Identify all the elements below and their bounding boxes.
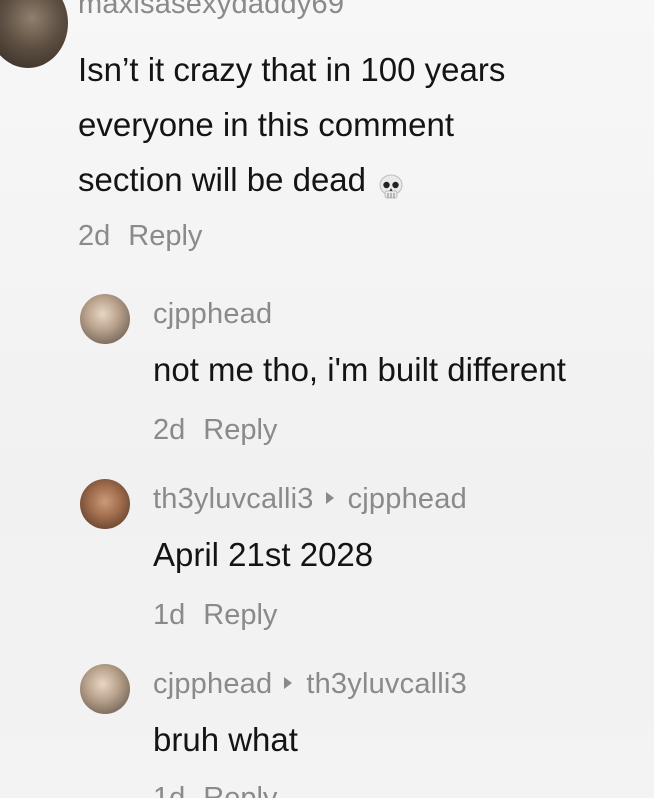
comment-text: not me tho, i'm built different [153,351,566,388]
reply-button[interactable]: Reply [128,220,202,252]
comment-item: maxisasexydaddy69 Isn’t it crazy that in… [0,0,654,270]
comment-meta: 2d Reply [153,414,277,447]
reply-item: th3yluvcalli3 cjpphead April 21st 2028 1d… [0,465,654,635]
comment-age: 1d [153,599,186,631]
reply-to-username[interactable]: th3yluvcalli3 [306,668,467,700]
reply-arrow-icon [284,677,293,690]
avatar[interactable] [80,294,130,344]
reply-item: cjpphead not me tho, i'm built different… [0,280,654,450]
comment-meta: 1d Reply [153,599,277,632]
comment-text: Isn’t it crazy that in 100 years everyon… [78,42,505,207]
avatar[interactable] [0,0,68,68]
comment-username[interactable]: cjpphead th3yluvcalli3 [153,668,467,701]
comment-username-text[interactable]: cjpphead [153,668,272,700]
comment-text: April 21st 2028 [153,536,374,573]
comment-text: bruh what [153,721,298,758]
avatar[interactable] [80,479,130,529]
comment-text-line-content: section will be dead [78,161,367,198]
comment-section: maxisasexydaddy69 Isn’t it crazy that in… [0,0,654,798]
comment-text-line: section will be dead [78,152,505,207]
skull-icon [376,164,406,199]
reply-to-username[interactable]: cjpphead [348,483,467,515]
comment-username[interactable]: maxisasexydaddy69 [78,0,344,21]
reply-button[interactable]: Reply [203,599,277,631]
comment-meta: 2d Reply [78,220,202,253]
comment-age: 1d [153,782,186,798]
comment-username-text[interactable]: th3yluvcalli3 [153,483,314,515]
reply-button[interactable]: Reply [203,414,277,446]
comment-meta: 1d Reply [153,782,277,798]
reply-item: cjpphead th3yluvcalli3 bruh what 1d Reply [0,650,654,798]
reply-button[interactable]: Reply [203,782,277,798]
comment-username[interactable]: th3yluvcalli3 cjpphead [153,483,467,516]
comment-text-line: Isn’t it crazy that in 100 years [78,51,506,88]
comment-text-line: everyone in this comment [78,106,455,143]
comment-age: 2d [78,220,111,252]
avatar[interactable] [80,664,130,714]
comment-username[interactable]: cjpphead [153,298,272,331]
reply-arrow-icon [325,492,334,505]
comment-age: 2d [153,414,186,446]
